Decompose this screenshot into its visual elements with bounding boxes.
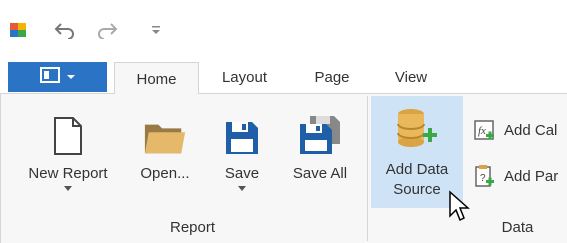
customize-quick-access-icon[interactable]: [143, 18, 169, 42]
report-group-label: Report: [169, 219, 216, 236]
file-menu-button[interactable]: [8, 62, 107, 92]
svg-text:?: ?: [480, 173, 486, 184]
chevron-down-icon: [64, 186, 72, 191]
quick-access-toolbar: [0, 0, 567, 60]
add-database-icon: [395, 102, 439, 152]
save-all-button[interactable]: Save All: [285, 100, 355, 184]
save-all-icon: [298, 106, 342, 156]
tab-layout[interactable]: Layout: [207, 62, 282, 93]
save-button[interactable]: Save: [212, 100, 272, 191]
new-document-icon: [46, 106, 90, 156]
tab-view[interactable]: View: [378, 62, 444, 93]
mouse-cursor-icon: [448, 190, 470, 227]
tab-home[interactable]: Home: [114, 62, 199, 95]
chevron-down-icon: [66, 68, 76, 86]
chevron-down-icon: [238, 186, 246, 191]
add-parameter-button[interactable]: ? Add Par: [472, 162, 558, 190]
data-group-label: Data: [501, 219, 534, 236]
add-parameter-icon: ?: [472, 164, 496, 188]
save-icon: [220, 106, 264, 156]
svg-text:fx: fx: [478, 125, 486, 137]
open-button[interactable]: Open...: [130, 100, 200, 184]
folder-icon: [143, 106, 187, 156]
app-icon: [9, 21, 27, 39]
group-divider: [367, 96, 368, 241]
new-report-button[interactable]: New Report: [20, 100, 116, 191]
redo-icon[interactable]: [94, 18, 120, 42]
undo-icon[interactable]: [52, 18, 78, 42]
ribbon-tab-row: Home Layout Page View: [0, 60, 567, 95]
tab-page[interactable]: Page: [298, 62, 366, 93]
calculated-field-icon: fx: [472, 118, 496, 142]
file-menu-icon: [39, 66, 60, 88]
add-calculated-field-button[interactable]: fx Add Cal: [472, 116, 557, 144]
